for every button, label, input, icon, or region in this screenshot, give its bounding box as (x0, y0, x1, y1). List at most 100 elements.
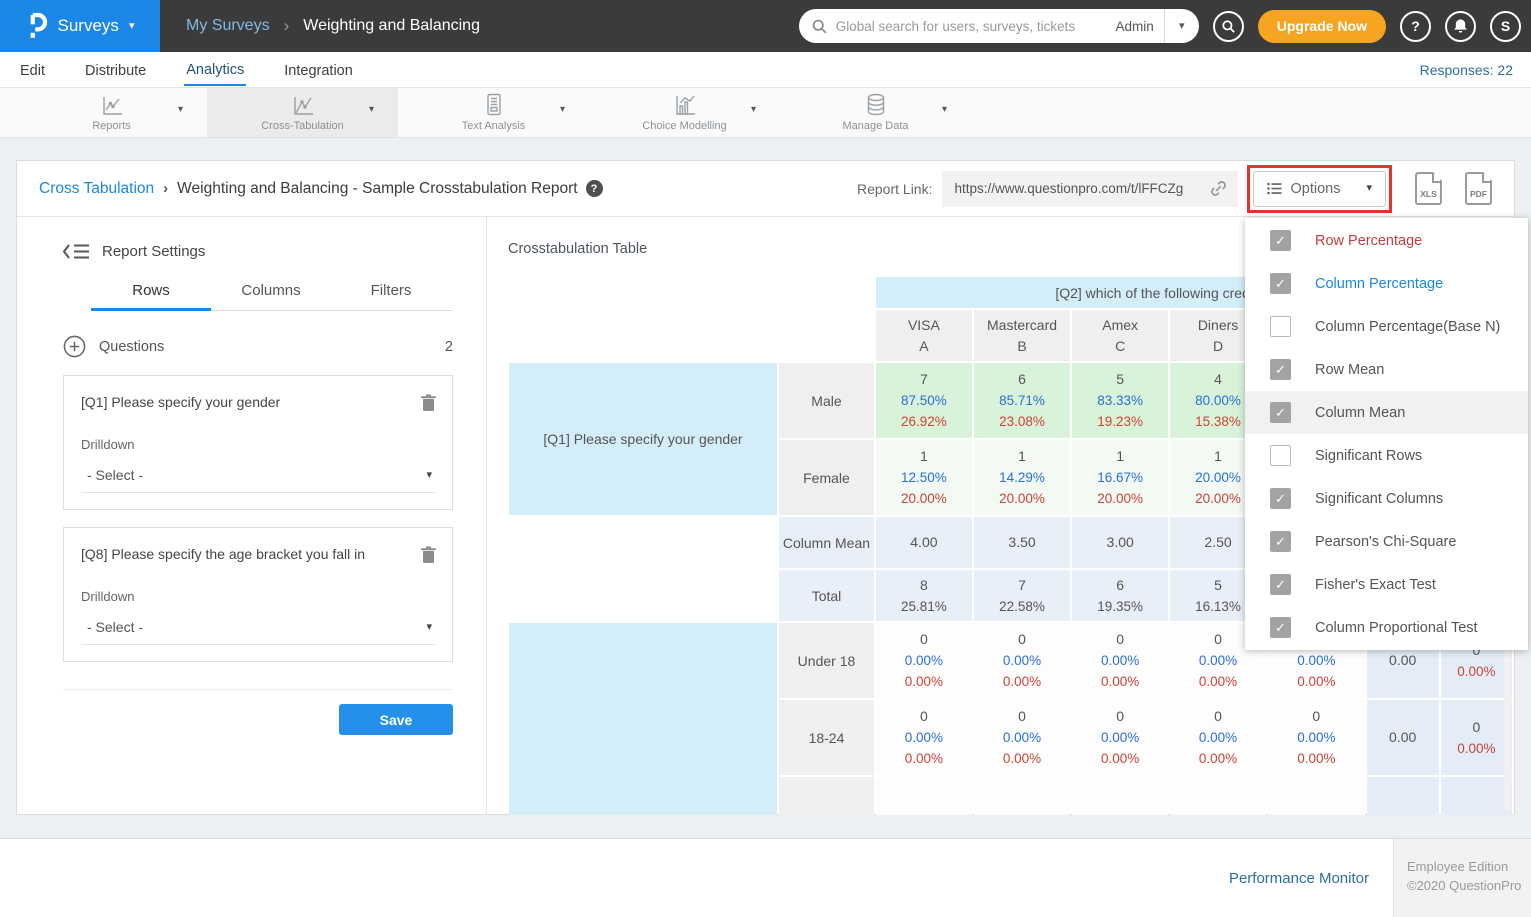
spacer-cell (509, 277, 874, 308)
checkbox-unchecked-icon[interactable] (1270, 445, 1291, 466)
row-label-column-mean: Column Mean (779, 517, 874, 568)
toolbar-tab-reports[interactable]: Reports▾ (16, 88, 207, 137)
cell-value: 0.00% (876, 727, 972, 748)
cell-value: 0.00% (974, 650, 1070, 671)
question-card-title-row: [Q8] Please specify the age bracket you … (81, 546, 436, 569)
cell-value: 12.50% (876, 467, 972, 488)
data-cell: 00.00%0.00% (1072, 700, 1168, 775)
xls-icon: XLS (1417, 189, 1440, 199)
settings-tab-rows[interactable]: Rows (91, 282, 211, 311)
upgrade-now-button[interactable]: Upgrade Now (1258, 10, 1386, 43)
data-cell: 583.33%19.23% (1072, 363, 1168, 438)
options-item-column-mean[interactable]: ✓Column Mean (1245, 391, 1528, 434)
breadcrumb-my-surveys[interactable]: My Surveys (186, 17, 270, 35)
survey-nav: Edit Distribute Analytics Integration Respo… (0, 52, 1531, 88)
cell-value: 0 (1268, 706, 1365, 727)
toolbar-tab-choice-modelling[interactable]: Choice Modelling ▾ (589, 88, 780, 137)
notifications-button[interactable] (1445, 11, 1476, 42)
options-item-significant-columns[interactable]: ✓Significant Columns (1245, 477, 1528, 520)
total-cell: 619.35% (1072, 570, 1168, 621)
cell-value: 0.00% (1268, 650, 1365, 671)
settings-tab-columns[interactable]: Columns (211, 282, 331, 310)
options-button[interactable]: Options ▾ (1253, 171, 1386, 207)
checkbox-checked-icon[interactable]: ✓ (1270, 531, 1291, 552)
add-question-icon[interactable] (63, 335, 86, 358)
nav-item-analytics[interactable]: Analytics (184, 54, 246, 86)
cell-value: 0.00% (1072, 650, 1168, 671)
nav-item-edit[interactable]: Edit (18, 55, 47, 85)
tab-caret-icon[interactable]: ▾ (369, 105, 374, 115)
cell-value: 6 (974, 369, 1070, 390)
toolbar-tab-manage-data[interactable]: Manage Data▾ (780, 88, 971, 137)
question-title: [Q8] Please specify the age bracket you … (81, 546, 421, 562)
options-item-pearson-s-chi-square[interactable]: ✓Pearson's Chi-Square (1245, 520, 1528, 563)
tab-caret-icon[interactable]: ▾ (178, 105, 183, 115)
checkbox-unchecked-icon[interactable] (1270, 316, 1291, 337)
account-avatar[interactable]: S (1490, 11, 1521, 42)
options-item-label: Fisher's Exact Test (1315, 577, 1436, 593)
checkbox-checked-icon[interactable]: ✓ (1270, 230, 1291, 251)
options-item-fisher-s-exact-test[interactable]: ✓ Fisher's Exact Test (1245, 563, 1528, 606)
delete-question-button[interactable] (421, 546, 436, 569)
nav-item-integration[interactable]: Integration (282, 55, 355, 85)
row-mean-cell: 0.00 (1367, 700, 1439, 775)
checkbox-checked-icon[interactable]: ✓ (1270, 617, 1291, 638)
drilldown-select[interactable]: - Select -▾ (81, 467, 436, 493)
product-caret-icon: ▾ (129, 21, 135, 32)
options-item-column-proportional-test[interactable]: ✓Column Proportional Test (1245, 606, 1528, 649)
report-link-field[interactable]: https://www.questionpro.com/t/lFFCZg (942, 171, 1238, 207)
help-button[interactable]: ? (1400, 11, 1431, 42)
row-mean-cell (1367, 777, 1439, 815)
checkbox-checked-icon[interactable]: ✓ (1270, 402, 1291, 423)
cross-tabulation-link[interactable]: Cross Tabulation (39, 180, 154, 198)
checkbox-checked-icon[interactable]: ✓ (1270, 359, 1291, 380)
toolbar-tab-cross-tabulation[interactable]: Cross-Tabulation▾ (207, 88, 398, 137)
collapse-panel-icon[interactable] (63, 243, 90, 260)
checkbox-checked-icon[interactable]: ✓ (1270, 273, 1291, 294)
options-item-significant-rows[interactable]: Significant Rows (1245, 434, 1528, 477)
report-settings-header[interactable]: Report Settings (63, 243, 453, 260)
tab-caret-icon[interactable]: ▾ (560, 105, 565, 115)
product-label: Surveys (58, 16, 119, 36)
data-cell: 00.00%0.00% (876, 700, 972, 775)
search-input[interactable] (836, 19, 1106, 34)
cell-value: 0.00% (876, 671, 972, 692)
toolbar-tab-label: Text Analysis (462, 120, 526, 132)
export-xls-button[interactable]: XLS (1415, 172, 1442, 205)
options-item-row-percentage[interactable]: ✓Row Percentage (1245, 219, 1528, 262)
edition-line1: Employee Edition (1407, 857, 1531, 876)
drilldown-select[interactable]: - Select -▾ (81, 619, 436, 645)
total-cell: 825.81% (876, 570, 972, 621)
breadcrumb-current-survey: Weighting and Balancing (303, 17, 480, 35)
report-help-icon[interactable]: ? (586, 180, 603, 197)
toolbar-tab-label: Choice Modelling (642, 120, 726, 132)
save-button[interactable]: Save (339, 704, 453, 735)
data-cell: 00.00%0.00% (876, 623, 972, 698)
tab-caret-icon[interactable]: ▾ (942, 105, 947, 115)
cell-value: 5 (1072, 369, 1168, 390)
options-item-column-percentage-base-n-[interactable]: Column Percentage(Base N) (1245, 305, 1528, 348)
data-cell: 116.67%20.00% (1072, 440, 1168, 515)
delete-question-button[interactable] (421, 394, 436, 417)
performance-monitor-link[interactable]: Performance Monitor (1229, 870, 1369, 887)
search-submit-button[interactable] (1213, 11, 1244, 42)
nav-item-distribute[interactable]: Distribute (83, 55, 148, 85)
cell-value: 1 (974, 446, 1070, 467)
search-scope-selector[interactable]: Admin (1106, 19, 1164, 34)
cell-value: 1 (876, 446, 972, 467)
export-pdf-button[interactable]: PDF (1465, 172, 1492, 205)
search-scope-caret-icon[interactable]: ▾ (1165, 21, 1199, 32)
responses-count[interactable]: Responses: 22 (1420, 62, 1513, 78)
checkbox-checked-icon[interactable]: ✓ (1270, 488, 1291, 509)
cell-value: 0 (876, 629, 972, 650)
tab-caret-icon[interactable]: ▾ (751, 105, 756, 115)
toolbar-tab-text-analysis[interactable]: Text Analysis ▾ (398, 88, 589, 137)
checkbox-checked-icon[interactable]: ✓ (1270, 574, 1291, 595)
options-item-row-mean[interactable]: ✓Row Mean (1245, 348, 1528, 391)
product-switcher[interactable]: Surveys ▾ (0, 0, 160, 52)
options-item-column-percentage[interactable]: ✓Column Percentage (1245, 262, 1528, 305)
cell-value: 0.00% (974, 671, 1070, 692)
link-icon[interactable] (1209, 179, 1228, 198)
settings-tab-filters[interactable]: Filters (331, 282, 451, 310)
options-item-label: Column Percentage(Base N) (1315, 319, 1500, 335)
